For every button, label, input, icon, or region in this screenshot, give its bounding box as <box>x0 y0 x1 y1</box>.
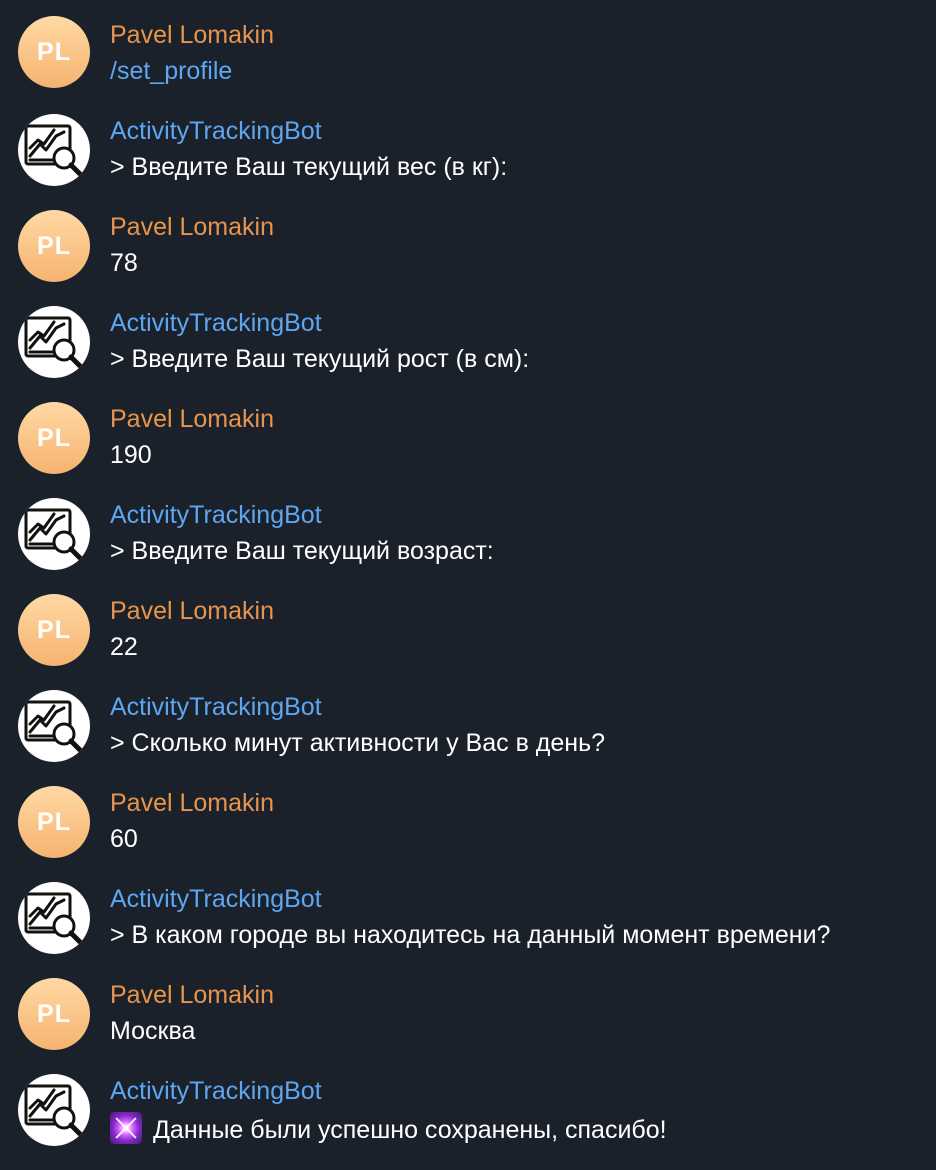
sender-name[interactable]: ActivityTrackingBot <box>110 500 322 530</box>
sender-name[interactable]: Pavel Lomakin <box>110 404 274 434</box>
sender-name[interactable]: Pavel Lomakin <box>110 20 274 50</box>
chat-message: ActivityTrackingBot > Введите Ваш текущи… <box>0 96 936 192</box>
sender-name[interactable]: Pavel Lomakin <box>110 212 274 242</box>
chart-magnifier-icon <box>24 316 83 369</box>
user-avatar[interactable]: PL <box>18 16 90 88</box>
chart-magnifier-icon <box>24 700 83 753</box>
bot-avatar[interactable] <box>18 306 90 378</box>
chart-magnifier-icon <box>24 508 83 561</box>
chat-message: PL Pavel Lomakin 78 <box>0 192 936 288</box>
chart-magnifier-icon <box>24 1084 83 1137</box>
chat-message: PL Pavel Lomakin 190 <box>0 384 936 480</box>
bot-avatar[interactable] <box>18 882 90 954</box>
bot-avatar[interactable] <box>18 114 90 186</box>
chat-message: ActivityTrackingBot > Введите Ваш текущи… <box>0 288 936 384</box>
chat-message: PL Pavel Lomakin 22 <box>0 576 936 672</box>
chat-message: ActivityTrackingBot > В каком городе вы … <box>0 864 936 960</box>
bot-avatar[interactable] <box>18 498 90 570</box>
command-link[interactable]: /set_profile <box>110 56 232 86</box>
message-text: > Введите Ваш текущий вес (в кг): <box>110 153 508 181</box>
message-text: > Введите Ваш текущий возраст: <box>110 537 494 565</box>
sender-name[interactable]: Pavel Lomakin <box>110 788 274 818</box>
sender-name[interactable]: ActivityTrackingBot <box>110 116 322 146</box>
message-text: 22 <box>110 633 138 661</box>
user-avatar[interactable]: PL <box>18 402 90 474</box>
chat-message: PL Pavel Lomakin Москва <box>0 960 936 1056</box>
sender-name[interactable]: Pavel Lomakin <box>110 980 274 1010</box>
message-text: > Введите Ваш текущий рост (в см): <box>110 345 530 373</box>
user-avatar[interactable]: PL <box>18 786 90 858</box>
sender-name[interactable]: ActivityTrackingBot <box>110 1076 322 1106</box>
chat-message: PL Pavel Lomakin 60 <box>0 768 936 864</box>
chat-message: ActivityTrackingBot Данные были успешно … <box>0 1056 936 1152</box>
chart-magnifier-icon <box>24 892 83 945</box>
message-text: > Сколько минут активности у Вас в день? <box>110 729 606 757</box>
message-text: > В каком городе вы находитесь на данный… <box>110 921 831 949</box>
message-text: 78 <box>110 249 138 277</box>
sender-name[interactable]: ActivityTrackingBot <box>110 692 322 722</box>
chat-message: PL Pavel Lomakin /set_profile <box>0 0 936 96</box>
message-text: 190 <box>110 441 152 469</box>
message-text: Москва <box>110 1017 196 1045</box>
bot-avatar[interactable] <box>18 690 90 762</box>
bot-avatar[interactable] <box>18 1074 90 1146</box>
sender-name[interactable]: ActivityTrackingBot <box>110 308 322 338</box>
user-avatar[interactable]: PL <box>18 594 90 666</box>
chat-message: ActivityTrackingBot > Сколько минут акти… <box>0 672 936 768</box>
sender-name[interactable]: ActivityTrackingBot <box>110 884 322 914</box>
message-text: 60 <box>110 825 138 853</box>
chat-message: ActivityTrackingBot > Введите Ваш текущи… <box>0 480 936 576</box>
user-avatar[interactable]: PL <box>18 978 90 1050</box>
sender-name[interactable]: Pavel Lomakin <box>110 596 274 626</box>
message-text-container: Данные были успешно сохранены, спасибо! <box>110 1112 667 1145</box>
user-avatar[interactable]: PL <box>18 210 90 282</box>
sparkle-emoji-icon <box>110 1112 142 1144</box>
message-text: Данные были успешно сохранены, спасибо! <box>153 1116 667 1144</box>
chart-magnifier-icon <box>24 124 83 177</box>
